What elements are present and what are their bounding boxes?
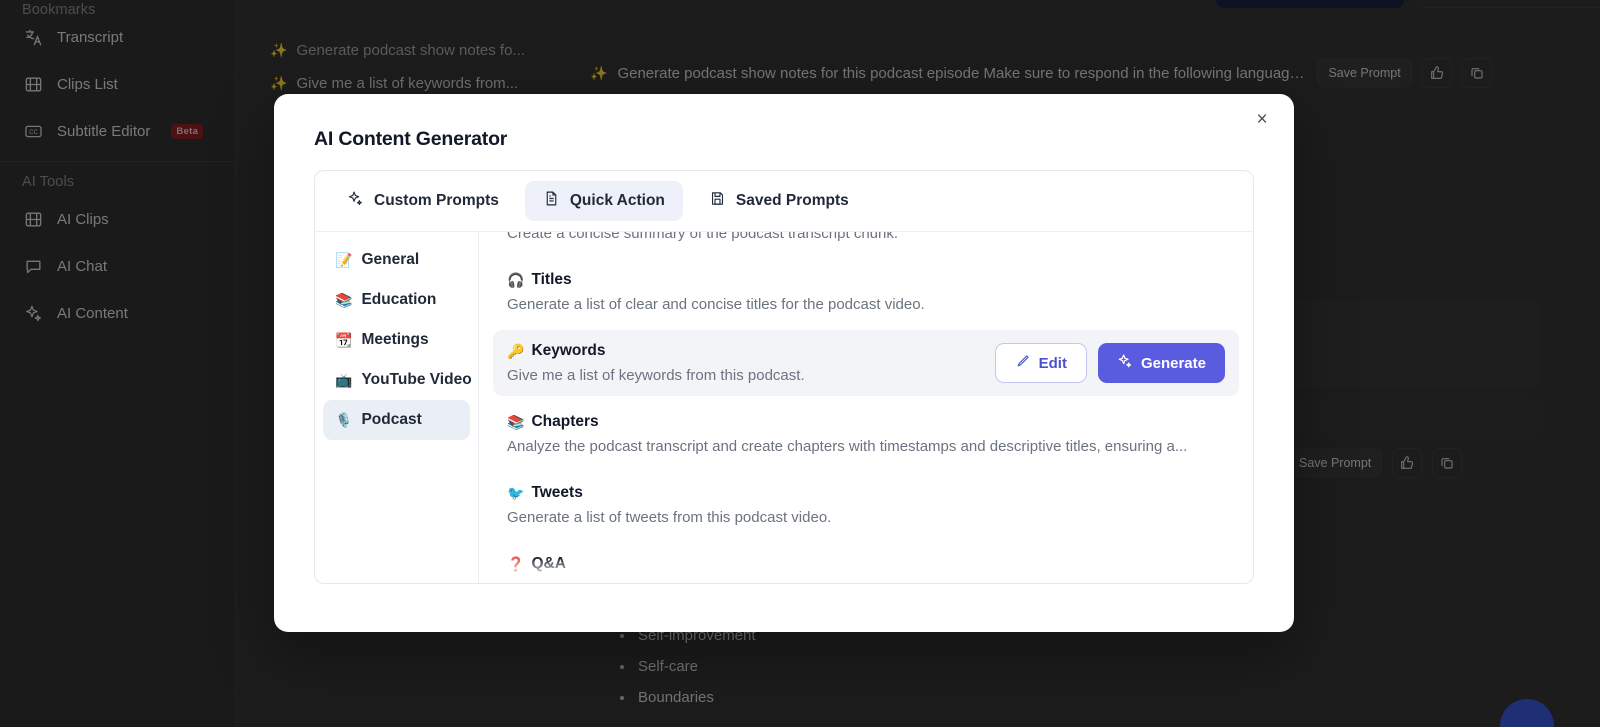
category-label: General [361, 251, 420, 268]
prompt-texts: 📚 Chapters Analyze the podcast transcrip… [507, 413, 1225, 455]
television-icon: 📺 [335, 372, 353, 388]
sparkles-icon [347, 190, 364, 212]
prompt-item-qa[interactable]: ❓ Q&A Generate a list of Q/A pairs from … [493, 543, 1239, 583]
prompt-description: Generate a list of clear and concise tit… [507, 296, 925, 313]
prompt-list: 📝 Summary Create a concise summary of th… [493, 232, 1239, 583]
prompt-texts: 🐦 Tweets Generate a list of tweets from … [507, 484, 1225, 526]
document-icon [543, 190, 560, 212]
dialog-body: Custom Prompts Quick Action Saved Prompt… [314, 170, 1254, 584]
category-label: YouTube Video [361, 371, 472, 388]
tab-saved-prompts[interactable]: Saved Prompts [691, 181, 867, 221]
prompt-title-row: 📚 Chapters [507, 413, 1225, 431]
prompt-title: Q&A [531, 555, 566, 572]
bird-icon: 🐦 [507, 484, 525, 501]
tab-label: Quick Action [569, 192, 665, 209]
prompt-item-tweets[interactable]: 🐦 Tweets Generate a list of tweets from … [493, 472, 1239, 538]
prompt-title-row: 🎧 Titles [507, 271, 1225, 289]
prompt-item-keywords[interactable]: 🔑 Keywords Give me a list of keywords fr… [493, 330, 1239, 396]
prompt-description: Analyze the podcast transcript and creat… [507, 438, 1188, 455]
prompt-description: Create a concise summary of the podcast … [507, 232, 899, 242]
tab-custom-prompts[interactable]: Custom Prompts [329, 181, 517, 221]
tab-bar: Custom Prompts Quick Action Saved Prompt… [315, 171, 1253, 232]
category-label: Podcast [361, 411, 422, 428]
prompt-texts: 🎧 Titles Generate a list of clear and co… [507, 271, 1225, 313]
books-icon: 📚 [335, 292, 353, 308]
close-icon[interactable]: × [1248, 106, 1276, 134]
prompt-title-row: 🔑 Keywords [507, 342, 979, 360]
calendar-icon: 📆 [335, 332, 353, 348]
category-item-general[interactable]: 📝 General [323, 240, 470, 280]
prompt-description: Generate a list of tweets from this podc… [507, 509, 832, 526]
headphone-icon: 🎧 [507, 271, 525, 288]
memo-icon: 📝 [335, 252, 353, 268]
generate-button-label: Generate [1140, 354, 1206, 372]
prompt-description: Generate a list of Q/A pairs from the po… [507, 580, 1225, 583]
prompt-texts: ❓ Q&A Generate a list of Q/A pairs from … [507, 555, 1225, 583]
app-root: Bookmarks Transcript Clips List CC Subti… [0, 0, 1600, 727]
ai-content-generator-dialog: × AI Content Generator Custom Prompts Qu… [274, 94, 1294, 632]
prompt-title-row: 🐦 Tweets [507, 484, 1225, 502]
prompt-texts: 🔑 Keywords Give me a list of keywords fr… [507, 342, 979, 384]
key-icon: 🔑 [507, 342, 525, 359]
microphone-icon: 🎙️ [335, 412, 353, 428]
edit-button-label: Edit [1038, 354, 1067, 372]
prompt-item-summary[interactable]: 📝 Summary Create a concise summary of th… [493, 232, 1239, 254]
prompt-title: Keywords [531, 342, 606, 359]
tab-quick-action[interactable]: Quick Action [524, 181, 683, 221]
generate-button[interactable]: Generate [1097, 343, 1225, 383]
tab-label: Custom Prompts [374, 192, 499, 209]
category-item-youtube-video[interactable]: 📺 YouTube Video [323, 360, 472, 400]
dialog-panes: 📝 General 📚 Education 📆 Meetings 📺 YouTu… [315, 232, 1253, 583]
category-item-education[interactable]: 📚 Education [323, 280, 470, 320]
prompt-actions: Edit Generate [994, 343, 1225, 383]
prompt-list-scroll[interactable]: 📝 Summary Create a concise summary of th… [479, 232, 1253, 583]
category-list: 📝 General 📚 Education 📆 Meetings 📺 YouTu… [315, 232, 479, 583]
prompt-description: Give me a list of keywords from this pod… [507, 367, 805, 384]
prompt-item-chapters[interactable]: 📚 Chapters Analyze the podcast transcrip… [493, 401, 1239, 467]
prompt-title-row: ❓ Q&A [507, 555, 1225, 573]
prompt-title: Titles [531, 271, 572, 288]
prompt-title: Tweets [531, 484, 583, 501]
pencil-icon [1015, 353, 1031, 373]
category-item-podcast[interactable]: 🎙️ Podcast [323, 400, 470, 440]
prompt-item-titles[interactable]: 🎧 Titles Generate a list of clear and co… [493, 259, 1239, 325]
edit-button[interactable]: Edit [994, 343, 1087, 383]
sparkles-icon [1117, 353, 1133, 373]
books-icon: 📚 [507, 413, 525, 430]
category-label: Education [361, 291, 437, 308]
category-item-meetings[interactable]: 📆 Meetings [323, 320, 470, 360]
tab-label: Saved Prompts [735, 192, 849, 209]
prompt-title: Chapters [531, 413, 599, 430]
save-disk-icon [709, 190, 726, 212]
prompt-texts: 📝 Summary Create a concise summary of th… [507, 232, 1225, 242]
category-label: Meetings [361, 331, 429, 348]
question-mark-icon: ❓ [507, 555, 525, 572]
page-title: AI Content Generator [314, 128, 508, 150]
